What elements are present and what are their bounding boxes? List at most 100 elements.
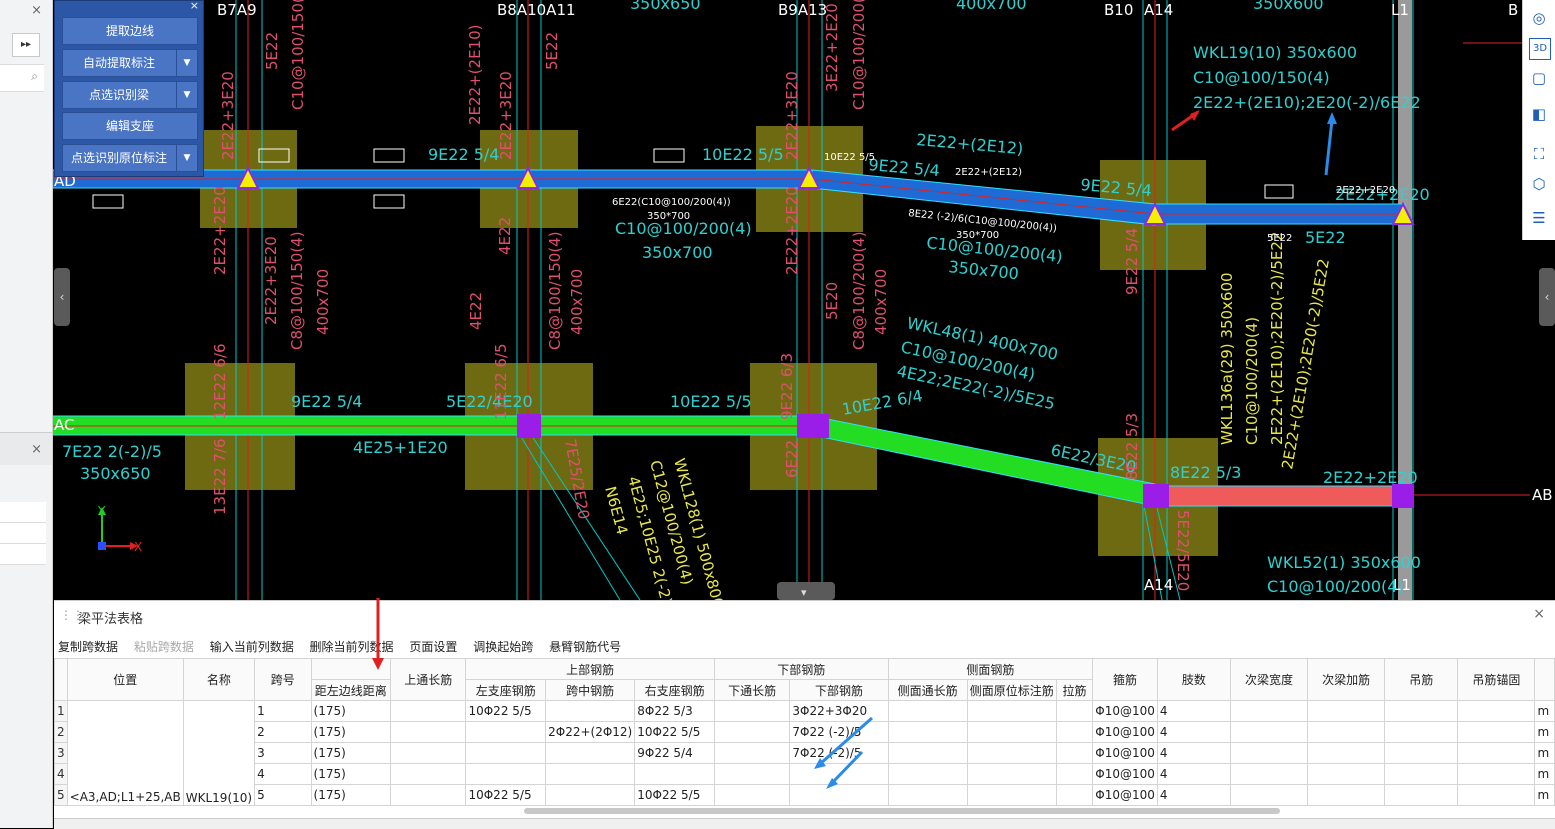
delete-column-data-button[interactable]: 删除当前列数据 [310, 640, 394, 654]
col-header[interactable]: 次梁宽度 [1229, 658, 1309, 701]
hanger-anchor-cell[interactable] [1457, 721, 1536, 743]
bot-long-cell[interactable] [713, 721, 791, 743]
stirrup-cell[interactable]: Φ10@100 [1092, 742, 1158, 764]
side-long-cell[interactable] [887, 784, 968, 806]
cube-iso-icon[interactable]: ⬡ [1529, 174, 1549, 194]
end-cell[interactable]: m [1534, 784, 1555, 806]
side-long-cell[interactable] [887, 721, 968, 743]
list-item[interactable] [0, 523, 46, 544]
sec-width-cell[interactable] [1229, 763, 1309, 785]
table-row[interactable]: 5 5 (175) 10Φ22 5/5 10Φ22 5/5 Φ10@100 4 m [54, 784, 1555, 806]
legs-cell[interactable]: 4 [1156, 700, 1231, 722]
table-row[interactable]: 4 4 (175) Φ10@100 4 m [54, 763, 1555, 785]
top-right-cell[interactable]: 10Φ22 5/5 [634, 721, 715, 743]
top-long-cell[interactable] [390, 763, 467, 785]
swap-start-span-button[interactable]: 调换起始跨 [473, 640, 533, 654]
cantilever-code-button[interactable]: 悬臂钢筋代号 [549, 640, 621, 654]
dist-cell[interactable]: (175) [310, 700, 392, 722]
legs-cell[interactable]: 4 [1156, 721, 1231, 743]
col-header[interactable]: 侧面原位标注筋 [966, 679, 1057, 701]
top-mid-cell[interactable]: 2Φ22+(2Φ12) [545, 721, 636, 743]
top-mid-cell[interactable] [545, 742, 636, 764]
hanger-cell[interactable] [1384, 700, 1459, 722]
bot-cell[interactable]: 7Φ22 (-2)/5 [789, 742, 889, 764]
hanger-cell[interactable] [1384, 784, 1459, 806]
legs-cell[interactable]: 4 [1156, 784, 1231, 806]
input-column-data-button[interactable]: 输入当前列数据 [210, 640, 294, 654]
stirrup-cell[interactable]: Φ10@100 [1092, 721, 1158, 743]
bot-cell[interactable]: 3Φ22+3Φ20 [789, 700, 889, 722]
table-row[interactable]: 2 2 (175) 2Φ22+(2Φ12) 10Φ22 5/5 7Φ22 (-2)/5 Φ1… [54, 721, 1555, 743]
table-row[interactable]: 3 3 (175) 9Φ22 5/4 7Φ22 (-2)/5 Φ10@100 4 m [54, 742, 1555, 764]
col-header[interactable]: 跨号 [254, 658, 312, 701]
tie-cell[interactable] [1055, 784, 1094, 806]
top-left-cell[interactable]: 10Φ22 5/5 [465, 700, 547, 722]
top-long-cell[interactable] [390, 784, 467, 806]
chevron-down-icon[interactable]: ▼ [176, 50, 197, 76]
dist-cell[interactable]: (175) [310, 784, 392, 806]
sec-add-cell[interactable] [1307, 700, 1386, 722]
close-icon[interactable]: × [190, 0, 199, 12]
settings-doc-icon[interactable]: ☰ [1529, 208, 1549, 228]
bot-cell[interactable] [789, 784, 889, 806]
span-cell[interactable]: 3 [254, 742, 312, 764]
col-header[interactable]: 箍筋 [1092, 658, 1158, 701]
col-header[interactable]: 吊筋 [1384, 658, 1459, 701]
tie-cell[interactable] [1055, 763, 1094, 785]
hanger-cell[interactable] [1384, 763, 1459, 785]
tie-cell[interactable] [1055, 721, 1094, 743]
row-number[interactable]: 5 [54, 784, 68, 806]
top-right-cell[interactable]: 9Φ22 5/4 [634, 742, 715, 764]
fullscreen-icon[interactable]: ⛶ [1529, 144, 1549, 164]
end-cell[interactable]: m [1534, 700, 1555, 722]
cad-canvas[interactable]: B7A9 B8A10A11 B9A13 B10 A14 L1 B AD AC A… [0, 0, 1555, 600]
hanger-anchor-cell[interactable] [1457, 784, 1536, 806]
top-left-cell[interactable]: 10Φ22 5/5 [465, 784, 547, 806]
side-long-cell[interactable] [887, 742, 968, 764]
top-mid-cell[interactable] [545, 784, 636, 806]
bot-cell[interactable]: 7Φ22 (-2)/5 [789, 721, 889, 743]
side-orig-cell[interactable] [966, 721, 1057, 743]
col-header[interactable]: 吊筋锚固 [1457, 658, 1536, 701]
top-right-cell[interactable]: 8Φ22 5/3 [634, 700, 715, 722]
dist-cell[interactable]: (175) [310, 763, 392, 785]
table-row[interactable]: 1 <A3,AD;L1+25,AB WKL19(10) 1 (175) 10Φ22 5/5… [54, 700, 1555, 806]
sec-add-cell[interactable] [1307, 721, 1386, 743]
top-mid-cell[interactable] [545, 700, 636, 722]
horizontal-scrollbar[interactable] [524, 808, 1280, 814]
span-cell[interactable]: 1 [254, 700, 312, 722]
bot-long-cell[interactable] [713, 763, 791, 785]
hanger-anchor-cell[interactable] [1457, 763, 1536, 785]
col-header[interactable]: 跨中钢筋 [545, 679, 636, 701]
bot-long-cell[interactable] [713, 700, 791, 722]
dist-cell[interactable]: (175) [310, 721, 392, 743]
expand-button[interactable]: ▸▸ [12, 33, 40, 57]
row-number[interactable]: 3 [54, 742, 68, 764]
chevron-down-icon[interactable]: ▼ [176, 82, 197, 108]
side-long-cell[interactable] [887, 700, 968, 722]
top-long-cell[interactable] [390, 721, 467, 743]
sec-width-cell[interactable] [1229, 700, 1309, 722]
close-icon[interactable]: × [31, 3, 42, 18]
legs-cell[interactable]: 4 [1156, 742, 1231, 764]
col-header[interactable]: 位置 [66, 658, 184, 701]
extract-edge-button[interactable]: 提取边线 [62, 17, 198, 45]
bot-cell[interactable] [789, 763, 889, 785]
col-header[interactable]: 下通长筋 [713, 679, 791, 701]
hanger-cell[interactable] [1384, 721, 1459, 743]
top-mid-cell[interactable] [545, 763, 636, 785]
hanger-cell[interactable] [1384, 742, 1459, 764]
col-header[interactable]: 左支座钢筋 [465, 679, 547, 701]
right-collapse-tab[interactable]: ‹ [1539, 268, 1555, 326]
top-right-cell[interactable]: 10Φ22 5/5 [634, 784, 715, 806]
top-left-cell[interactable] [465, 721, 547, 743]
pick-identify-beam-button[interactable]: 点选识别梁 ▼ [62, 81, 198, 109]
rotate-view-icon[interactable]: ◎ [1529, 8, 1549, 28]
name-cell[interactable]: WKL19(10) [182, 700, 256, 806]
end-cell[interactable]: m [1534, 742, 1555, 764]
3d-view-icon[interactable]: 3D [1529, 38, 1551, 60]
sec-add-cell[interactable] [1307, 742, 1386, 764]
span-cell[interactable]: 4 [254, 763, 312, 785]
top-long-cell[interactable] [390, 742, 467, 764]
cube-top-icon[interactable]: ◧ [1529, 104, 1549, 124]
